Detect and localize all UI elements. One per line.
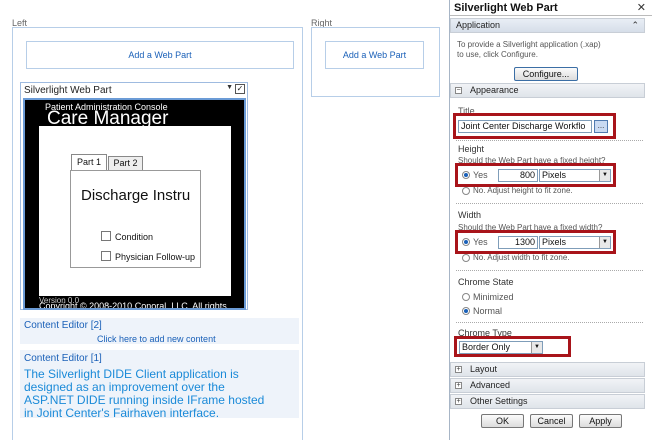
divider: [456, 140, 643, 141]
add-new-content-link[interactable]: Click here to add new content: [97, 334, 216, 344]
appearance-section-label: Appearance: [470, 85, 519, 95]
chrome-type-highlight: [454, 336, 571, 357]
application-section-label: Application: [456, 20, 501, 30]
title-highlight: [453, 113, 616, 139]
divider: [456, 322, 643, 323]
height-no-radio[interactable]: [462, 187, 470, 195]
hint-line: to use, click Configure.: [457, 50, 538, 59]
tool-pane: Silverlight Web Part ✕ Application ⌃ To …: [449, 0, 652, 440]
width-no-label: No. Adjust width to fit zone.: [473, 253, 570, 262]
chrome-minimized-radio[interactable]: [462, 293, 470, 301]
appearance-section-header[interactable]: − Appearance: [450, 83, 645, 98]
layout-section-header[interactable]: + Layout: [450, 362, 645, 377]
apply-button[interactable]: Apply: [579, 414, 622, 428]
advanced-section-header[interactable]: + Advanced: [450, 378, 645, 393]
expand-plus-icon[interactable]: +: [455, 398, 462, 405]
height-label: Height: [458, 144, 485, 154]
application-section-header[interactable]: Application ⌃: [450, 18, 645, 33]
chrome-normal-label: Normal: [473, 306, 503, 316]
physician-followup-checkbox[interactable]: [101, 251, 111, 261]
body-line: in Joint Center's Fairhaven interface.: [24, 406, 220, 420]
divider: [456, 270, 643, 271]
page: Left Add a Web Part Right Add a Web Part…: [0, 0, 652, 440]
web-part-menu-icon[interactable]: ▼: [226, 84, 233, 91]
expand-plus-icon[interactable]: +: [455, 382, 462, 389]
tab-part-1[interactable]: Part 1: [71, 154, 107, 171]
configure-button[interactable]: Configure...: [514, 67, 578, 81]
width-label: Width: [458, 210, 482, 220]
tool-pane-title: Silverlight Web Part: [450, 0, 652, 16]
content-editor-1-body: The Silverlight DIDE Client application …: [24, 368, 264, 420]
discharge-heading: Discharge Instru: [81, 187, 191, 204]
add-web-part-left-button[interactable]: Add a Web Part: [26, 41, 294, 69]
height-no-label: No. Adjust height to fit zone.: [473, 186, 573, 195]
collapse-minus-icon[interactable]: −: [455, 87, 462, 94]
other-settings-section-label: Other Settings: [470, 396, 528, 406]
physician-followup-label: Physician Follow-up: [115, 252, 196, 262]
condition-label: Condition: [115, 232, 154, 242]
width-no-radio[interactable]: [462, 254, 470, 262]
chrome-normal-radio[interactable]: [462, 307, 470, 315]
collapse-icon[interactable]: ⌃: [631, 19, 639, 32]
hint-line: To provide a Silverlight application (.x…: [457, 40, 601, 49]
content-editor-1-title[interactable]: Content Editor [1]: [24, 353, 102, 364]
content-editor-2-title[interactable]: Content Editor [2]: [24, 320, 102, 331]
layout-section-label: Layout: [470, 364, 498, 374]
ok-button[interactable]: OK: [481, 414, 524, 428]
silverlight-web-part-header: Silverlight Web Part ▼ ✓: [21, 83, 247, 97]
add-web-part-right-button[interactable]: Add a Web Part: [325, 41, 424, 69]
advanced-section-label: Advanced: [470, 380, 511, 390]
silverlight-web-part-title: Silverlight Web Part: [24, 84, 112, 96]
app-content-panel: Part 1 Part 2 Discharge Instru Condition…: [39, 126, 231, 296]
web-part-select-checkbox[interactable]: ✓: [235, 84, 245, 94]
width-highlight: [455, 230, 616, 254]
app-copyright-text: Copyright © 2008-2010 Conoral, LLC. All …: [39, 301, 227, 310]
expand-plus-icon[interactable]: +: [455, 366, 462, 373]
cancel-button[interactable]: Cancel: [530, 414, 573, 428]
tab-part-2[interactable]: Part 2: [108, 156, 143, 171]
chrome-state-label: Chrome State: [458, 277, 514, 287]
silverlight-app-viewport[interactable]: Patient Administration Console Care Mana…: [23, 98, 246, 310]
chrome-minimized-label: Minimized: [473, 292, 514, 302]
discharge-panel: Discharge Instru Condition Physician Fol…: [70, 170, 201, 268]
close-icon[interactable]: ✕: [637, 1, 646, 14]
height-highlight: [455, 163, 616, 187]
other-settings-section-header[interactable]: + Other Settings: [450, 394, 645, 409]
divider: [456, 203, 643, 204]
condition-checkbox[interactable]: [101, 231, 111, 241]
application-hint: To provide a Silverlight application (.x…: [457, 40, 601, 60]
